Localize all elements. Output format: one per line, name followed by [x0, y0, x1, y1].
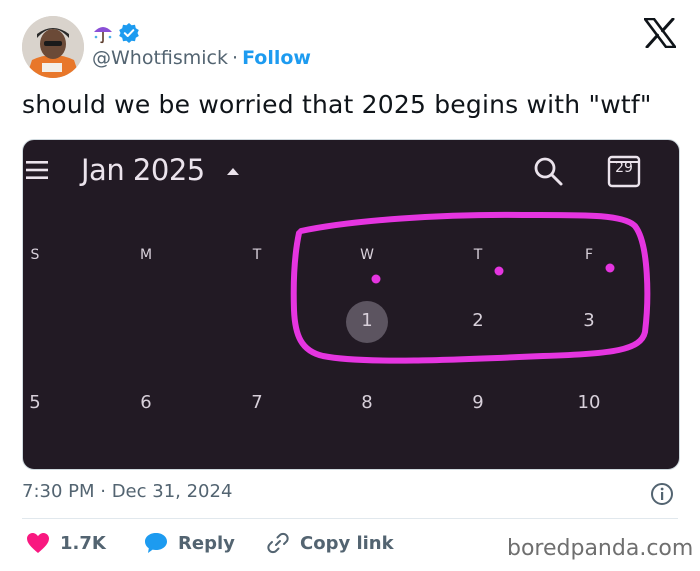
reply-bubble-icon — [145, 533, 167, 553]
link-icon — [267, 532, 289, 554]
heart-icon — [27, 533, 49, 553]
umbrella-with-rain-icon — [94, 27, 112, 44]
avatar[interactable] — [22, 16, 84, 78]
author-handle[interactable]: @Whotfismick — [92, 47, 228, 69]
copy-link-label: Copy link — [300, 532, 394, 554]
tweet-text: should we be worried that 2025 begins wi… — [22, 90, 652, 119]
highlight-scribble — [290, 211, 651, 364]
copy-link-button[interactable]: Copy link — [266, 530, 394, 556]
divider — [22, 518, 678, 519]
author-name-row[interactable] — [92, 20, 140, 46]
like-count: 1.7K — [60, 532, 106, 554]
avatar-image — [22, 16, 84, 78]
info-icon[interactable] — [650, 482, 674, 506]
reply-button[interactable]: Reply — [144, 530, 235, 556]
verified-badge-icon — [119, 23, 139, 43]
watermark: boredpanda.com — [507, 536, 694, 561]
x-logo-icon[interactable] — [644, 18, 676, 48]
author-handle-row: @Whotfismick · Follow — [92, 47, 311, 69]
follow-button[interactable]: Follow — [242, 47, 311, 69]
separator-dot: · — [232, 47, 239, 69]
tweet-media-calendar[interactable]: Jan 2025 29 S M T W T F 1 2 3 5 6 7 8 9 … — [22, 139, 680, 470]
like-button[interactable]: 1.7K — [26, 530, 106, 556]
reply-label: Reply — [178, 532, 235, 554]
tweet-timestamp[interactable]: 7:30 PM · Dec 31, 2024 — [22, 481, 232, 502]
